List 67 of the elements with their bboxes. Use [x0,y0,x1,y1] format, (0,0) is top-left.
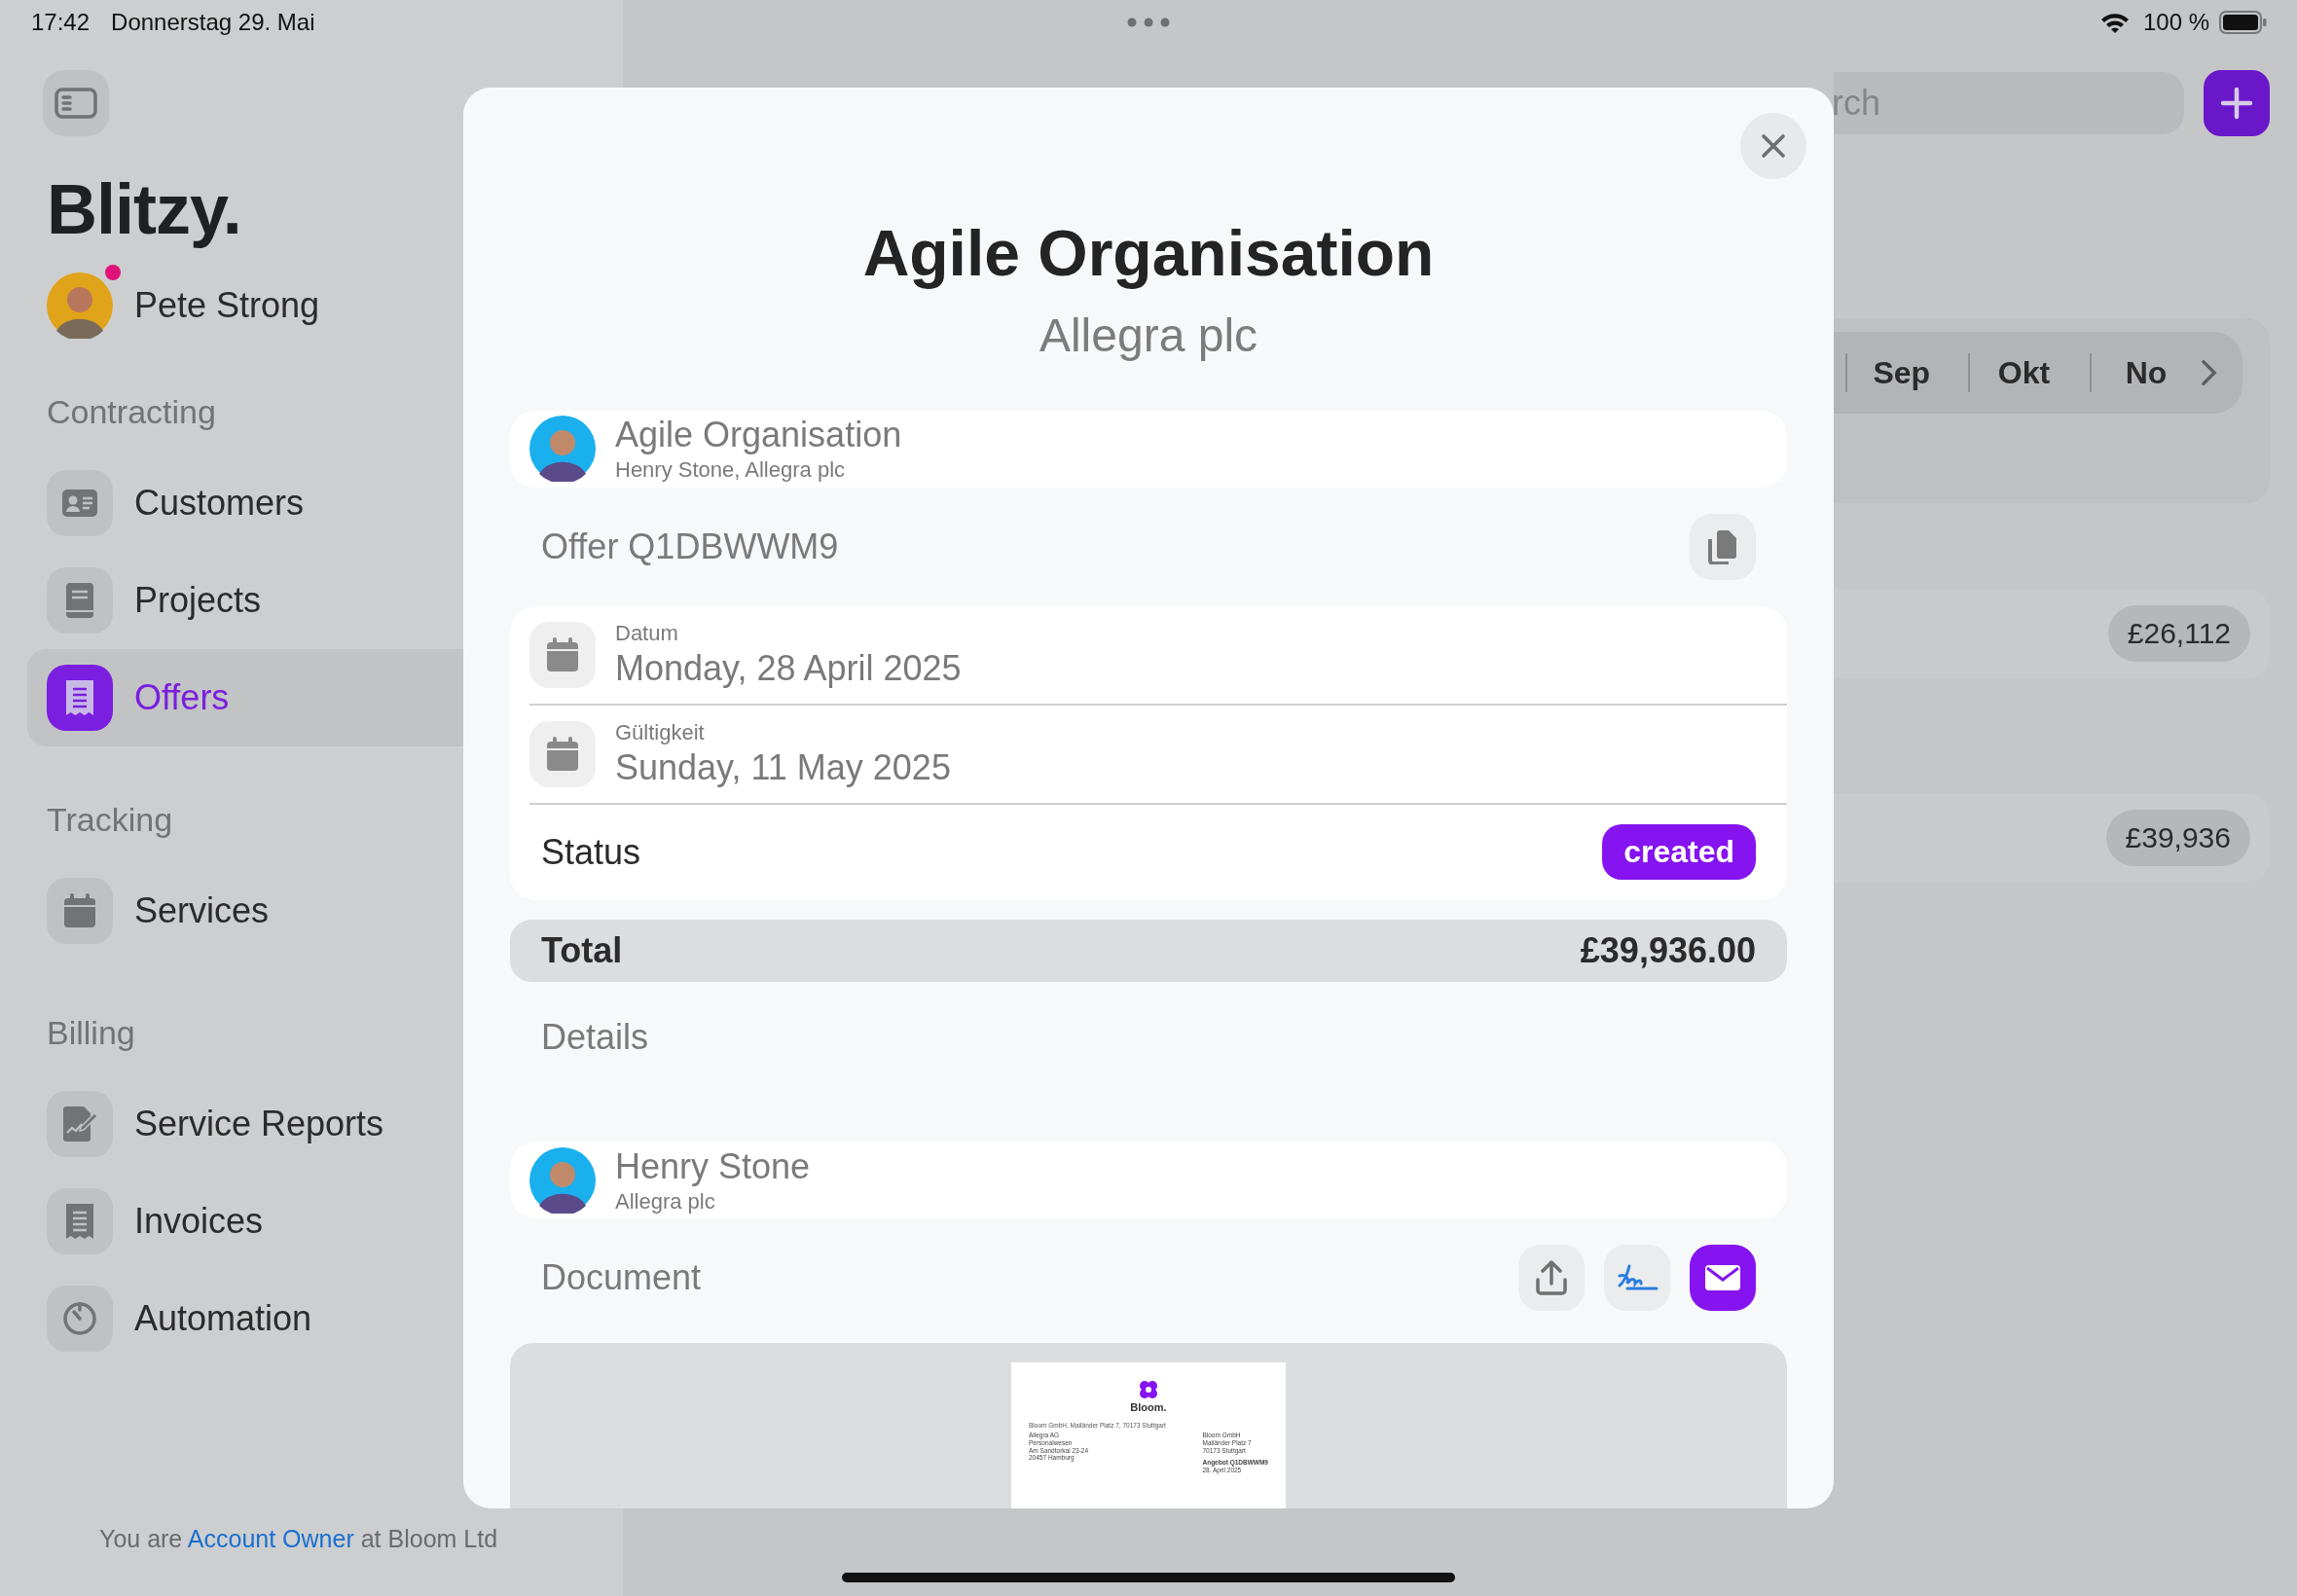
more-dots-icon [1127,18,1170,27]
status-label: Status [541,831,641,873]
receipt-icon [65,679,94,716]
section-header: Tracking [47,801,173,839]
date-row[interactable]: Datum Monday, 28 April 2025 [529,605,1787,706]
total-amount: £39,936.00 [1580,930,1756,972]
sheet-subtitle: Allegra plc [1038,308,1259,362]
logo-text: Bloom. [1130,1401,1167,1413]
book-icon [65,582,94,619]
calendar-icon [546,636,579,672]
flower-logo-icon [1139,1380,1158,1399]
wifi-icon [2099,12,2130,33]
avatar [529,416,596,483]
contact-name: Henry Stone [615,1145,811,1187]
copy-button[interactable] [1690,513,1756,580]
month-tab[interactable]: No [2092,354,2201,391]
envelope-icon [1704,1264,1741,1292]
app-title: Blitzy. [47,169,242,249]
avatar [47,272,113,339]
project-title: Agile Organisation [615,415,902,456]
timer-icon [62,1301,97,1336]
copy-icon [1707,528,1738,564]
total-label: Total [541,930,623,972]
month-tab[interactable]: Okt [1969,354,2079,391]
project-subtitle: Henry Stone, Allegra plc [615,457,847,484]
offer-row[interactable]: £39,936 [1834,793,2270,883]
sidebar-toggle-button[interactable] [43,70,109,136]
date-value: Sunday, 11 May 2025 [615,746,951,788]
plus-icon [2220,87,2253,120]
date-row[interactable]: Gültigkeit Sunday, 11 May 2025 [529,705,1787,805]
status-badge[interactable]: created [1602,824,1756,881]
month-selector[interactable]: Sep Okt No [1834,332,2242,414]
add-button[interactable] [2204,70,2270,136]
status-date: Donnerstag 29. Mai [111,9,315,36]
document-heading: Document [541,1257,702,1299]
section-header: Contracting [47,393,216,431]
date-label: Datum [615,620,679,646]
contact-card[interactable]: Henry Stone Allegra plc [510,1141,1787,1219]
upload-icon [1535,1260,1568,1296]
chevron-right-icon [2200,358,2217,387]
calendar-icon [546,736,579,772]
document-pen-icon [61,1106,98,1143]
month-tab[interactable]: Sep [1846,354,1956,391]
contact-company: Allegra plc [615,1188,716,1215]
avatar [529,1146,596,1214]
email-button[interactable] [1690,1245,1756,1312]
sheet-title: Agile Organisation [861,218,1436,289]
close-icon [1761,133,1786,159]
details-heading: Details [541,1017,649,1059]
user-name[interactable]: Pete Strong [134,285,320,326]
upload-button[interactable] [1518,1245,1585,1312]
role-note: You are Account Owner at Bloom Ltd [99,1525,499,1553]
signature-button[interactable] [1604,1245,1670,1312]
amount-pill: £39,936 [2105,810,2250,866]
project-card[interactable]: Agile Organisation Henry Stone, Allegra plc [510,410,1787,489]
amount-pill: £26,112 [2107,605,2250,662]
receipt-icon [65,1203,94,1240]
battery-percentage: 100 % [2142,9,2209,36]
section-header: Billing [47,1014,135,1052]
battery-icon [2219,11,2268,34]
offer-heading: Offer Q1DBWWM9 [541,526,839,567]
signature-icon [1616,1263,1659,1293]
offer-row[interactable]: £26,112 [1834,589,2270,678]
contact-card-icon [61,489,98,518]
calendar-icon [63,893,96,928]
status-time: 17:42 [31,9,91,36]
sidebar-icon [55,88,97,119]
